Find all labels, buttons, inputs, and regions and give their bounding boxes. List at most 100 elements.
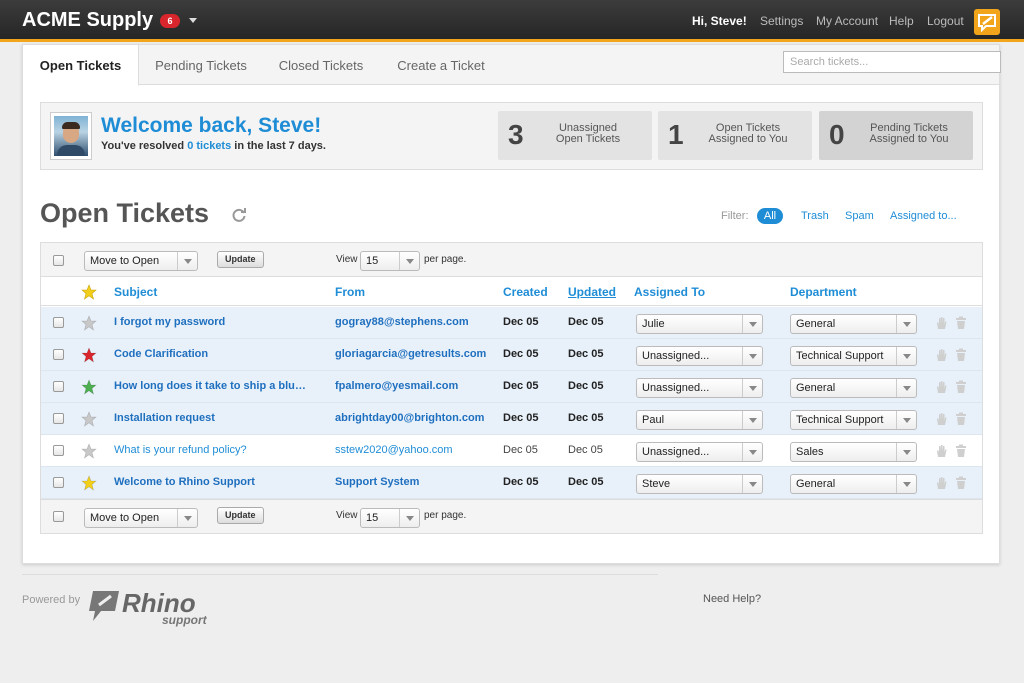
- table-row[interactable]: I forgot my password gogray88@stephens.co…: [41, 307, 982, 339]
- table-row[interactable]: What is your refund policy? sstew2020@yah…: [41, 435, 982, 467]
- ticket-from-link[interactable]: gloriagarcia@getresults.com: [335, 348, 486, 360]
- ticket-subject-link[interactable]: How long does it take to ship a blue wid…: [114, 380, 310, 392]
- chevron-down-icon[interactable]: [189, 18, 197, 23]
- avatar: [50, 112, 92, 160]
- trash-icon[interactable]: [955, 412, 967, 426]
- tab-pending-tickets[interactable]: Pending Tickets: [145, 45, 257, 86]
- ticket-subject-link[interactable]: Code Clarification: [114, 348, 310, 360]
- bulk-action-select[interactable]: Move to Open: [84, 251, 198, 271]
- ticket-from-link[interactable]: gogray88@stephens.com: [335, 316, 469, 328]
- update-button-bottom[interactable]: Update: [217, 507, 264, 524]
- resolved-count-link[interactable]: 0 tickets: [187, 140, 231, 152]
- spam-hand-icon[interactable]: [935, 476, 947, 490]
- settings-link[interactable]: Settings: [760, 14, 803, 28]
- department-select[interactable]: General: [790, 474, 917, 494]
- col-assigned-to[interactable]: Assigned To: [634, 285, 705, 299]
- table-row[interactable]: Installation request abrightday00@brighto…: [41, 403, 982, 435]
- ticket-subject-link[interactable]: I forgot my password: [114, 316, 310, 328]
- filter-all-pill[interactable]: All: [757, 208, 783, 224]
- tab-open-tickets[interactable]: Open Tickets: [23, 45, 139, 86]
- bulk-action-select-bottom[interactable]: Move to Open: [84, 508, 198, 528]
- spam-hand-icon[interactable]: [935, 380, 947, 394]
- tab-create-ticket[interactable]: Create a Ticket: [388, 45, 494, 86]
- filter-assigned-link[interactable]: Assigned to...: [890, 210, 957, 222]
- per-page-select[interactable]: 15: [360, 251, 420, 271]
- select-all-checkbox[interactable]: [53, 255, 64, 266]
- logout-link[interactable]: Logout: [927, 14, 964, 28]
- trash-icon[interactable]: [955, 348, 967, 362]
- ticket-from-link[interactable]: Support System: [335, 476, 419, 488]
- col-subject[interactable]: Subject: [114, 285, 157, 299]
- row-checkbox[interactable]: [53, 381, 64, 392]
- stat-label: Pending Tickets Assigned to You: [869, 122, 949, 145]
- table-row[interactable]: How long does it take to ship a blue wid…: [41, 371, 982, 403]
- per-page-label-bottom: per page.: [424, 510, 467, 521]
- star-icon[interactable]: [81, 347, 97, 363]
- department-select[interactable]: General: [790, 314, 917, 334]
- per-page-select-bottom[interactable]: 15: [360, 508, 420, 528]
- stat-open-assigned[interactable]: 1 Open Tickets Assigned to You: [658, 111, 812, 160]
- col-created[interactable]: Created: [503, 285, 548, 299]
- ticket-updated: Dec 05: [568, 412, 604, 424]
- assignee-select[interactable]: Unassigned...: [636, 378, 763, 398]
- trash-icon[interactable]: [955, 444, 967, 458]
- star-icon[interactable]: [81, 315, 97, 331]
- spam-hand-icon[interactable]: [935, 316, 947, 330]
- star-icon[interactable]: [81, 411, 97, 427]
- assignee-select[interactable]: Unassigned...: [636, 346, 763, 366]
- stat-pending-assigned[interactable]: 0 Pending Tickets Assigned to You: [819, 111, 973, 160]
- star-header-icon[interactable]: [81, 284, 97, 300]
- per-page-label: per page.: [424, 254, 467, 265]
- ticket-subject-link[interactable]: What is your refund policy?: [114, 444, 310, 456]
- main-panel: Open Tickets Pending Tickets Closed Tick…: [22, 44, 1001, 564]
- ticket-subject-link[interactable]: Installation request: [114, 412, 310, 424]
- department-select[interactable]: General: [790, 378, 917, 398]
- filter-trash-link[interactable]: Trash: [801, 210, 829, 222]
- row-checkbox[interactable]: [53, 317, 64, 328]
- assignee-select[interactable]: Julie: [636, 314, 763, 334]
- search-input[interactable]: [783, 51, 1001, 73]
- ticket-from-link[interactable]: fpalmero@yesmail.com: [335, 380, 458, 392]
- stat-unassigned-open[interactable]: 3 Unassigned Open Tickets: [498, 111, 652, 160]
- tab-closed-tickets[interactable]: Closed Tickets: [271, 45, 371, 86]
- ticket-subject-link[interactable]: Welcome to Rhino Support: [114, 476, 310, 488]
- update-button[interactable]: Update: [217, 251, 264, 268]
- rhino-logo-icon[interactable]: [87, 589, 123, 626]
- row-checkbox[interactable]: [53, 477, 64, 488]
- trash-icon[interactable]: [955, 316, 967, 330]
- star-icon[interactable]: [81, 379, 97, 395]
- spam-hand-icon[interactable]: [935, 348, 947, 362]
- select-all-checkbox-bottom[interactable]: [53, 511, 64, 522]
- brand-name[interactable]: ACME Supply: [22, 9, 153, 32]
- col-from[interactable]: From: [335, 285, 365, 299]
- table-row[interactable]: Welcome to Rhino Support Support System De…: [41, 467, 982, 499]
- ticket-from-link[interactable]: sstew2020@yahoo.com: [335, 444, 453, 456]
- row-checkbox[interactable]: [53, 349, 64, 360]
- star-icon[interactable]: [81, 475, 97, 491]
- trash-icon[interactable]: [955, 476, 967, 490]
- col-updated[interactable]: Updated: [568, 285, 616, 299]
- app-logo-icon[interactable]: [974, 9, 1000, 35]
- department-select[interactable]: Technical Support: [790, 346, 917, 366]
- need-help-link[interactable]: Need Help?: [703, 593, 761, 605]
- stat-number: 1: [668, 119, 684, 150]
- assignee-select[interactable]: Steve: [636, 474, 763, 494]
- my-account-link[interactable]: My Account: [816, 14, 878, 28]
- col-department[interactable]: Department: [790, 285, 857, 299]
- spam-hand-icon[interactable]: [935, 444, 947, 458]
- spam-hand-icon[interactable]: [935, 412, 947, 426]
- table-row[interactable]: Code Clarification gloriagarcia@getresult…: [41, 339, 982, 371]
- ticket-from-link[interactable]: abrightday00@brighton.com: [335, 412, 484, 424]
- department-select[interactable]: Technical Support: [790, 410, 917, 430]
- assignee-select[interactable]: Paul: [636, 410, 763, 430]
- trash-icon[interactable]: [955, 380, 967, 394]
- row-checkbox[interactable]: [53, 445, 64, 456]
- notification-badge[interactable]: 6: [160, 14, 180, 28]
- help-link[interactable]: Help: [889, 14, 914, 28]
- filter-spam-link[interactable]: Spam: [845, 210, 874, 222]
- assignee-select[interactable]: Unassigned...: [636, 442, 763, 462]
- star-icon[interactable]: [81, 443, 97, 459]
- refresh-icon[interactable]: [231, 207, 247, 226]
- row-checkbox[interactable]: [53, 413, 64, 424]
- department-select[interactable]: Sales: [790, 442, 917, 462]
